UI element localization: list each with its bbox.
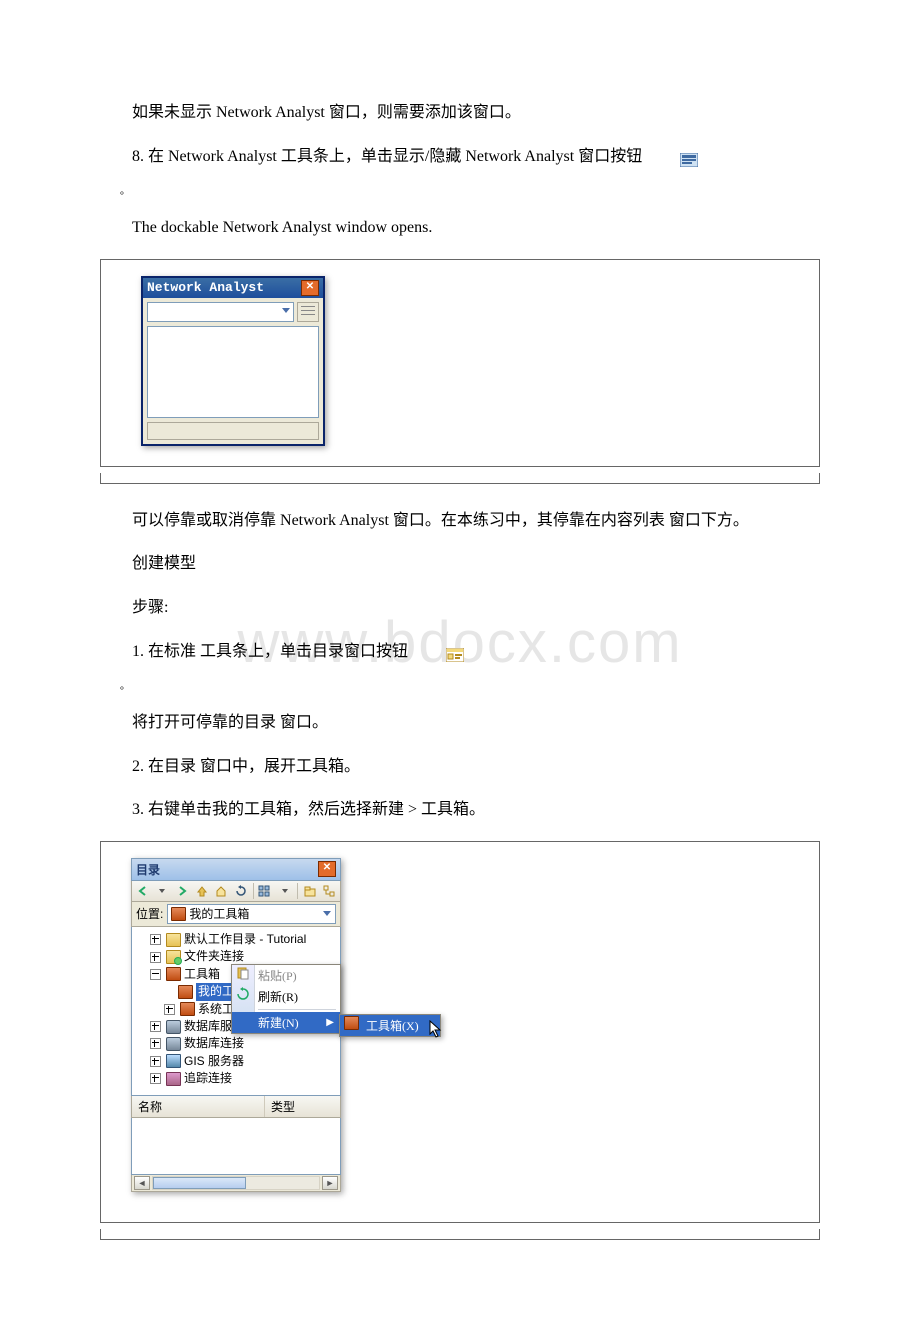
cursor-icon <box>429 1020 445 1043</box>
figure-frame: Network Analyst ✕ <box>100 259 820 467</box>
dropdown-icon[interactable] <box>155 883 171 899</box>
paragraph: The dockable Network Analyst window open… <box>100 215 820 241</box>
context-submenu-new: 工具箱(X) <box>339 1014 441 1037</box>
figure-separator <box>100 473 820 484</box>
paste-icon <box>236 966 250 984</box>
scroll-left-icon[interactable]: ◄ <box>134 1176 150 1190</box>
scroll-track[interactable] <box>152 1176 320 1190</box>
tree-item-db-connections[interactable]: 数据库连接 <box>136 1035 336 1052</box>
catalog-window-icon <box>414 645 432 659</box>
na-window-title: Network Analyst <box>147 280 264 295</box>
toolbox-icon <box>344 1016 359 1034</box>
catalog-location-bar: 位置: 我的工具箱 <box>131 902 341 927</box>
horizontal-scrollbar[interactable]: ◄ ► <box>131 1175 341 1192</box>
refresh-icon[interactable] <box>233 883 249 899</box>
close-icon[interactable]: ✕ <box>301 280 319 296</box>
heading: 创建模型 <box>100 551 820 577</box>
toolbar-separator <box>297 883 298 899</box>
na-analysis-combo[interactable] <box>147 302 294 322</box>
toolbar-separator <box>253 883 254 899</box>
column-header-type[interactable]: 类型 <box>265 1096 340 1117</box>
scroll-thumb[interactable] <box>153 1177 246 1189</box>
scroll-right-icon[interactable]: ► <box>322 1176 338 1190</box>
catalog-toolbar <box>131 881 341 902</box>
location-value: 我的工具箱 <box>189 905 249 922</box>
back-icon[interactable] <box>135 883 151 899</box>
figure-separator <box>100 1229 820 1240</box>
paragraph: 2. 在目录 窗口中，展开工具箱。 <box>100 754 820 780</box>
catalog-columns-header[interactable]: 名称 类型 <box>131 1096 341 1118</box>
column-header-name[interactable]: 名称 <box>132 1096 265 1117</box>
catalog-title: 目录 <box>136 861 160 878</box>
up-icon[interactable] <box>194 883 210 899</box>
forward-icon[interactable] <box>174 883 190 899</box>
na-window-titlebar: Network Analyst ✕ <box>143 278 323 298</box>
paragraph: 步骤: <box>100 595 820 621</box>
chevron-right-icon: ▶ <box>326 1017 334 1028</box>
text-run: 8. 在 Network Analyst 工具条上，单击显示/隐藏 Networ… <box>132 148 642 165</box>
close-icon[interactable]: ✕ <box>318 861 336 877</box>
ctx-item-new[interactable]: 新建(N) ▶ <box>232 1012 340 1033</box>
connect-folder-icon[interactable] <box>302 883 318 899</box>
catalog-titlebar: 目录 ✕ <box>131 858 341 881</box>
punctuation: 。 <box>100 187 820 197</box>
text-run: 1. 在标准 工具条上，单击目录窗口按钮 <box>132 643 408 660</box>
figure-frame: 目录 ✕ 位置: 我的工具箱 <box>100 841 820 1224</box>
text-run: 可以停靠或取消停靠 Network Analyst 窗口。在本练习中，其停靠在内… <box>132 512 749 529</box>
tree-toggle-icon[interactable] <box>321 883 337 899</box>
home-icon[interactable] <box>213 883 229 899</box>
na-content-list[interactable] <box>147 326 319 418</box>
refresh-icon <box>236 987 250 1005</box>
tree-item-gis-servers[interactable]: GIS 服务器 <box>136 1053 336 1070</box>
menu-separator <box>258 1009 336 1010</box>
paragraph: 将打开可停靠的目录 窗口。 <box>100 710 820 736</box>
location-label: 位置: <box>136 905 163 922</box>
paragraph: 3. 右键单击我的工具箱，然后选择新建 > 工具箱。 <box>100 797 820 823</box>
ctx-item-paste: 粘贴(P) <box>232 965 340 986</box>
tree-item-tracking-connections[interactable]: 追踪连接 <box>136 1070 336 1087</box>
location-combo[interactable]: 我的工具箱 <box>167 904 336 924</box>
paragraph: 8. 在 Network Analyst 工具条上，单击显示/隐藏 Networ… <box>100 144 820 170</box>
na-properties-button[interactable] <box>297 302 319 322</box>
dropdown-icon[interactable] <box>277 883 293 899</box>
paragraph: 如果未显示 Network Analyst 窗口，则需要添加该窗口。 <box>100 100 820 126</box>
paragraph: 1. 在标准 工具条上，单击目录窗口按钮 <box>100 639 820 665</box>
ctx-item-refresh[interactable]: 刷新(R) <box>232 986 340 1007</box>
paragraph: 可以停靠或取消停靠 Network Analyst 窗口。在本练习中，其停靠在内… <box>100 508 820 534</box>
na-window-body <box>143 298 323 444</box>
na-status-bar <box>147 422 319 440</box>
tree-item-default-dir[interactable]: 默认工作目录 - Tutorial <box>136 931 336 948</box>
toolbox-icon <box>171 907 186 921</box>
catalog-contents-list[interactable] <box>131 1118 341 1175</box>
view-mode-icon[interactable] <box>258 883 274 899</box>
punctuation: 。 <box>100 682 820 692</box>
network-analyst-window: Network Analyst ✕ <box>141 276 325 446</box>
show-hide-na-window-icon <box>648 150 666 164</box>
context-menu: 粘贴(P) 刷新(R) 新建(N) ▶ <box>231 964 341 1034</box>
submenu-item-toolbox[interactable]: 工具箱(X) <box>340 1015 440 1036</box>
